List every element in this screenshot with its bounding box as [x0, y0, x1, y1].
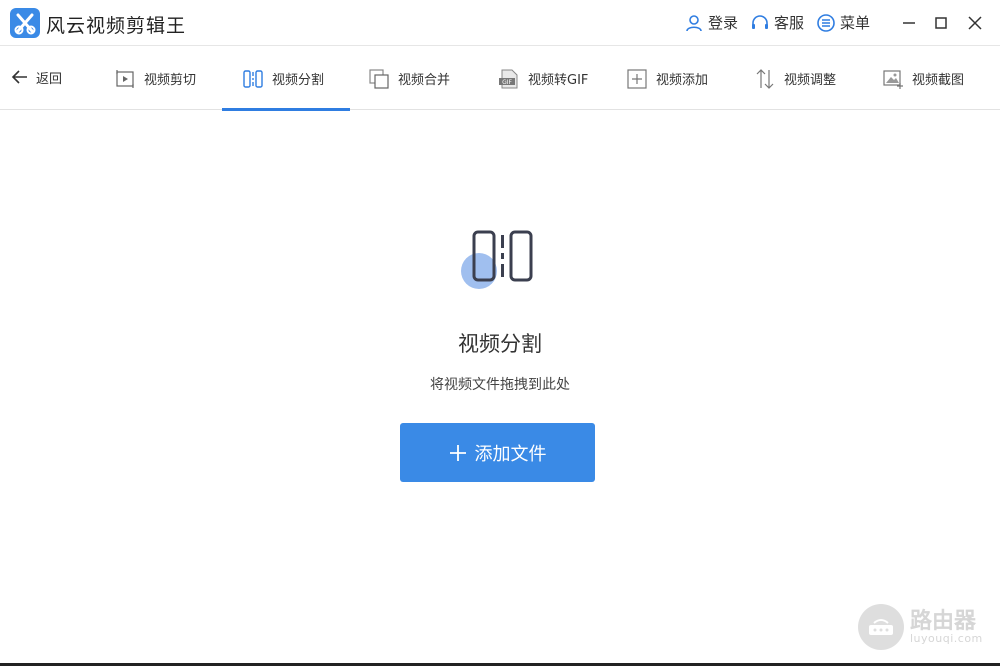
- tab-video-screenshot[interactable]: 视频截图: [882, 47, 964, 110]
- tab-label: 视频剪切: [144, 73, 197, 88]
- svg-text:GIF: GIF: [502, 79, 512, 86]
- close-icon[interactable]: [964, 12, 986, 34]
- service-label: 客服: [773, 14, 804, 32]
- add-file-button[interactable]: 添加文件: [400, 423, 595, 482]
- back-label: 返回: [36, 71, 63, 87]
- tab-label: 视频转GIF: [528, 73, 589, 88]
- user-icon: [686, 14, 702, 31]
- maximize-icon[interactable]: [930, 12, 952, 34]
- tab-label: 视频添加: [656, 73, 709, 88]
- video-split-large-icon: [461, 230, 533, 289]
- tab-label: 视频分割: [272, 73, 325, 88]
- gif-icon: GIF: [499, 69, 518, 88]
- video-merge-icon: [369, 68, 389, 89]
- plus-icon: [449, 444, 466, 461]
- arrow-left-icon: [11, 70, 27, 84]
- headset-icon: [751, 14, 768, 29]
- add-file-label: 添加文件: [474, 443, 547, 465]
- menu-icon: [817, 13, 835, 32]
- menu-label: 菜单: [839, 14, 870, 32]
- app-title: 风云视频剪辑王: [46, 15, 187, 37]
- router-icon: [858, 604, 904, 650]
- login-label: 登录: [707, 14, 738, 32]
- back-button[interactable]: 返回: [10, 67, 62, 87]
- menu-button[interactable]: 菜单: [816, 12, 870, 33]
- tab-label: 视频截图: [912, 73, 965, 88]
- video-screenshot-icon: [883, 69, 903, 89]
- tab-video-merge[interactable]: 视频合并: [368, 47, 450, 110]
- function-toolbar: 返回 视频剪切 视频分割 视频合并 GIF 视频转GIF 视频添加 视频调整 视…: [0, 47, 1000, 111]
- video-add-icon: [627, 68, 647, 89]
- tab-video-to-gif[interactable]: GIF 视频转GIF: [498, 47, 588, 110]
- service-button[interactable]: 客服: [750, 12, 804, 33]
- video-cut-icon: [116, 69, 134, 88]
- minimize-icon[interactable]: [898, 12, 920, 34]
- app-logo-icon: [10, 8, 40, 38]
- video-split-icon: [243, 69, 263, 88]
- top-actions: 登录 客服 菜单: [684, 12, 870, 33]
- tab-label: 视频合并: [398, 73, 451, 88]
- watermark-url: luyouqi.com: [910, 631, 983, 645]
- tab-video-adjust[interactable]: 视频调整: [754, 47, 836, 110]
- tab-video-split[interactable]: 视频分割: [222, 47, 350, 111]
- tab-video-add[interactable]: 视频添加: [626, 47, 708, 110]
- tab-video-cut[interactable]: 视频剪切: [114, 47, 196, 110]
- watermark: 路由器 luyouqi.com: [858, 602, 988, 652]
- tab-label: 视频调整: [784, 73, 837, 88]
- title-bar: 风云视频剪辑王 登录 客服 菜单: [0, 0, 1000, 46]
- login-button[interactable]: 登录: [684, 12, 738, 33]
- page-title: 视频分割: [458, 332, 542, 356]
- watermark-text: 路由器: [910, 608, 977, 634]
- video-adjust-icon: [756, 68, 774, 89]
- drop-hint: 将视频文件拖拽到此处: [430, 377, 570, 393]
